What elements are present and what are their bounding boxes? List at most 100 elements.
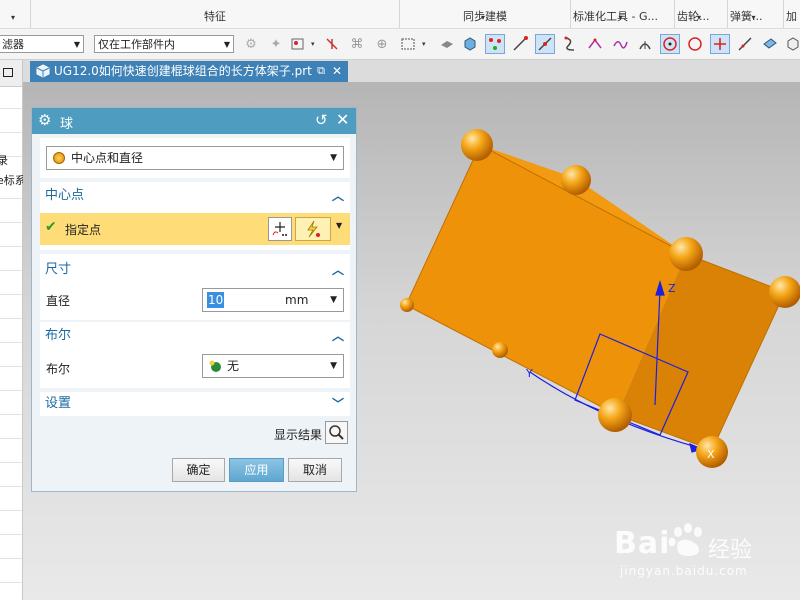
close-icon[interactable]: ✕ xyxy=(336,110,349,129)
chevron-down-icon[interactable]: ▾ xyxy=(728,13,779,22)
dialog-title: 球 xyxy=(60,117,74,132)
ok-button[interactable]: 确定 xyxy=(172,458,225,482)
select-edge-icon[interactable] xyxy=(322,34,342,54)
navigator-text-fragment: e标系 xyxy=(0,174,26,187)
corner-sphere xyxy=(598,398,632,432)
circle-center-icon[interactable] xyxy=(660,34,680,54)
quadrant-point-icon[interactable] xyxy=(685,34,705,54)
navigator-header xyxy=(0,60,22,87)
snap-points-icon[interactable] xyxy=(485,34,505,54)
chevron-down-icon[interactable]: ﹀ xyxy=(332,392,344,416)
select-face-icon[interactable]: ⌘ xyxy=(347,34,367,54)
bounded-grid-icon[interactable] xyxy=(783,34,800,54)
close-icon[interactable]: ✕ xyxy=(332,61,342,81)
restore-icon[interactable]: ⧉ xyxy=(317,61,325,81)
point-on-face-icon[interactable] xyxy=(760,34,780,54)
general-select-icon[interactable]: ⚙ xyxy=(241,34,261,54)
corner-sphere xyxy=(561,165,591,195)
document-tab[interactable]: UG12.0如何快速创建棍球组合的长方体架子.prt ⧉ ✕ xyxy=(30,61,348,82)
show-result-label: 显示结果 xyxy=(274,428,323,442)
chevron-down-icon[interactable]: ▾ xyxy=(422,40,426,48)
y-axis-label: Y xyxy=(525,367,533,380)
chevron-up-icon[interactable]: ︿ xyxy=(332,184,344,208)
section-title: 布尔 xyxy=(45,328,72,343)
chevron-down-icon: ▼ xyxy=(223,40,230,49)
part-navigator-strip[interactable]: 录 e标系 xyxy=(0,60,26,600)
corner-sphere xyxy=(461,129,493,161)
baidu-jingyan-watermark: Bai 经验 jingyan.baidu.com xyxy=(612,516,800,600)
type-value: 中心点和直径 xyxy=(71,151,144,165)
lightning-icon xyxy=(307,220,320,238)
chevron-down-icon[interactable]: ▾ xyxy=(675,13,723,22)
chevron-down-icon: ▼ xyxy=(73,40,80,49)
rectangle-select-icon[interactable] xyxy=(398,34,418,54)
diameter-input[interactable]: 10 mm ▼ xyxy=(202,288,344,312)
selection-scope-value: 仅在工作部件内 xyxy=(98,38,175,51)
type-filter-combo[interactable]: 滤器 ▼ xyxy=(0,35,84,53)
existing-point-icon[interactable] xyxy=(710,34,730,54)
ribbon-group-label: 特征 xyxy=(204,10,226,23)
boolean-none-icon xyxy=(209,360,221,372)
point-dialog-button[interactable] xyxy=(268,217,292,241)
maximize-icon[interactable] xyxy=(3,68,13,77)
chevron-down-icon[interactable]: ▾ xyxy=(400,13,566,22)
type-filter-value: 滤器 xyxy=(2,38,24,51)
show-result-button[interactable] xyxy=(325,421,348,444)
ribbon-group-bar: ▾ 特征 同步建模 ▾ 标准化工具 - G... ▾ 齿轮... ▾ 弹簧... ▾ 加 xyxy=(0,0,800,29)
inferred-point-button[interactable] xyxy=(295,217,331,241)
chevron-up-icon[interactable]: ︿ xyxy=(332,258,344,282)
section-header[interactable]: 尺寸 ︿ xyxy=(40,258,350,282)
select-feature-icon[interactable]: ✦ xyxy=(266,34,286,54)
intersection-point-icon[interactable] xyxy=(585,34,605,54)
show-hide-icon[interactable] xyxy=(437,34,457,54)
gear-icon: ⚙ xyxy=(38,111,52,129)
ribbon-group-add[interactable]: 加 xyxy=(784,0,800,28)
z-axis-label: Z xyxy=(668,282,676,295)
apply-button[interactable]: 应用 xyxy=(229,458,284,482)
diameter-unit: mm xyxy=(285,293,309,307)
chevron-up-icon[interactable]: ︿ xyxy=(332,324,344,348)
solid-body-icon[interactable] xyxy=(460,34,480,54)
section-header[interactable]: 设置 ﹀ xyxy=(40,392,350,416)
specify-point-row[interactable]: ✔ 指定点 ▼ xyxy=(40,213,350,245)
boolean-select[interactable]: 无 ▼ xyxy=(202,354,344,378)
chevron-down-icon[interactable]: ▼ xyxy=(330,289,337,311)
select-body-icon[interactable]: ⊕ xyxy=(372,34,392,54)
ribbon-group-gear[interactable]: 齿轮... ▾ xyxy=(675,0,728,28)
ribbon-group-label: 加 xyxy=(786,10,797,23)
chevron-down-icon[interactable]: ▾ xyxy=(571,13,670,22)
magnifier-icon xyxy=(329,425,344,440)
boolean-label: 布尔 xyxy=(46,362,71,376)
mid-point-icon[interactable] xyxy=(535,34,555,54)
ribbon-group-spring[interactable]: 弹簧... ▾ xyxy=(728,0,784,28)
point-on-curve-icon[interactable] xyxy=(735,34,755,54)
section-title: 尺寸 xyxy=(45,262,72,277)
selection-toolbar: 滤器 ▼ 仅在工作部件内 ▼ ⚙ ✦ ▾ ⌘ ⊕ ▾ xyxy=(0,29,800,60)
select-box-icon[interactable] xyxy=(288,34,308,54)
chevron-down-icon[interactable]: ▼ xyxy=(336,221,342,230)
curve-point-icon[interactable] xyxy=(610,34,630,54)
type-select[interactable]: 中心点和直径 ▼ xyxy=(46,146,344,170)
control-point-icon[interactable] xyxy=(560,34,580,54)
arc-center-icon[interactable] xyxy=(635,34,655,54)
ribbon-group-sync-modeling[interactable]: 同步建模 ▾ xyxy=(400,0,571,28)
settings-section: 设置 ﹀ xyxy=(40,392,350,416)
watermark-brand: Bai xyxy=(614,526,671,561)
selection-scope-combo[interactable]: 仅在工作部件内 ▼ xyxy=(94,35,234,53)
chevron-down-icon[interactable]: ▾ xyxy=(311,40,315,48)
check-icon: ✔ xyxy=(45,219,57,235)
document-tab-title: UG12.0如何快速创建棍球组合的长方体架子.prt xyxy=(54,64,312,78)
diameter-label: 直径 xyxy=(46,294,71,308)
end-point-icon[interactable] xyxy=(510,34,530,54)
size-section: 尺寸 ︿ 直径 10 mm ▼ xyxy=(40,254,350,320)
section-header[interactable]: 中心点 ︿ xyxy=(40,184,350,208)
section-header[interactable]: 布尔 ︿ xyxy=(40,324,350,348)
reset-icon[interactable]: ↺ xyxy=(315,111,328,129)
watermark-brand-suffix: 经验 xyxy=(708,538,753,563)
ribbon-group-feature[interactable]: 特征 xyxy=(31,0,400,28)
diameter-value: 10 xyxy=(207,292,225,308)
ribbon-group-standard-tools[interactable]: 标准化工具 - G... ▾ xyxy=(571,0,675,28)
dialog-title-bar[interactable]: ⚙ 球 ↺ ✕ xyxy=(32,108,356,134)
center-diameter-icon xyxy=(53,152,65,164)
cancel-button[interactable]: 取消 xyxy=(288,458,342,482)
